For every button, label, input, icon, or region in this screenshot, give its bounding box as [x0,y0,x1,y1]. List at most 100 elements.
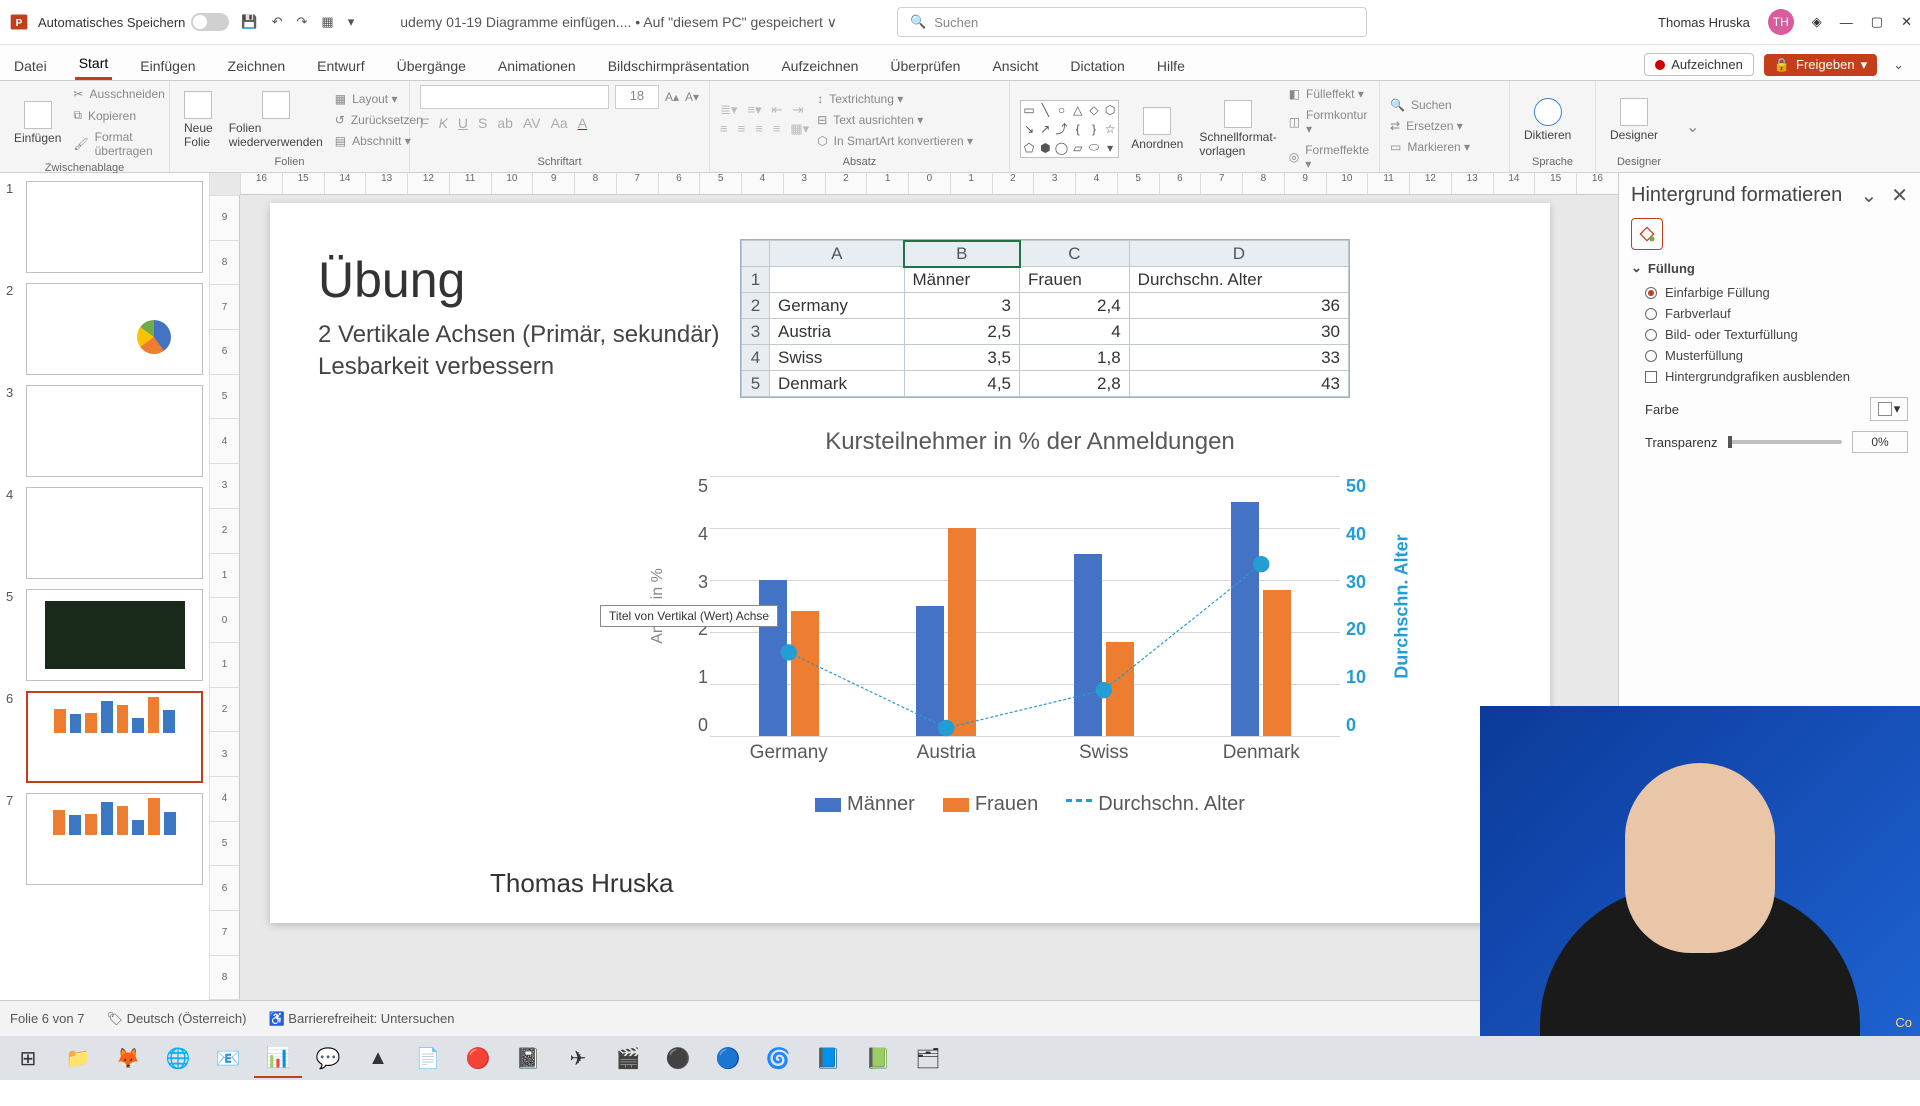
thumb-2[interactable] [26,283,203,375]
col-c[interactable]: C [1020,241,1130,267]
app-9[interactable]: 📄 [404,1038,452,1078]
thumb-3[interactable] [26,385,203,477]
opt-solid-fill[interactable]: Einfarbige Füllung [1631,282,1908,303]
legend-alter[interactable]: Durchschn. Alter [1066,793,1245,816]
minimize-icon[interactable]: — [1840,15,1853,30]
qat-more-icon[interactable]: ▾ [348,14,355,30]
designer-button[interactable]: Designer [1606,96,1662,144]
italic-button[interactable]: K [439,115,448,131]
powerpoint-icon[interactable]: 📊 [254,1038,302,1078]
justify-button[interactable]: ≡ [773,121,781,137]
app-19[interactable]: 🗂 [904,1038,952,1078]
chart-title[interactable]: Kursteilnehmer in % der Anmeldungen [640,428,1420,456]
col-b[interactable]: B [904,241,1020,267]
save-icon[interactable]: 💾 [241,14,257,30]
app-7[interactable]: 💬 [304,1038,352,1078]
pane-close-icon[interactable]: ✕ [1891,183,1908,208]
slide-subtitle-2[interactable]: Lesbarkeit verbessern [318,353,554,381]
replace-button[interactable]: ⇄ Ersetzen ▾ [1390,117,1470,135]
word-icon[interactable]: 📘 [804,1038,852,1078]
doc-title[interactable]: udemy 01-19 Diagramme einfügen.... • Auf… [400,14,837,31]
maximize-icon[interactable]: ▢ [1871,14,1883,30]
thumb-5[interactable] [26,589,203,681]
arrange-button[interactable]: Anordnen [1127,105,1187,153]
outlook-icon[interactable]: 📧 [204,1038,252,1078]
onenote-icon[interactable]: 📓 [504,1038,552,1078]
numbering-button[interactable]: ≡▾ [747,102,761,118]
undo-icon[interactable]: ↶ [272,14,283,30]
text-direction-button[interactable]: ↕ Textrichtung ▾ [817,90,973,108]
shape-effects-button[interactable]: ◎ Formeffekte ▾ [1289,141,1369,173]
corner-cell[interactable] [742,241,770,267]
tab-aufzeichnen[interactable]: Aufzeichnen [777,52,862,80]
diamond-icon[interactable]: ◈ [1812,14,1822,30]
app-13[interactable]: 🎬 [604,1038,652,1078]
embedded-data-table[interactable]: A B C D 1 Männer Frauen Durchschn. Alter… [740,239,1350,398]
col-a[interactable]: A [770,241,905,267]
reuse-slides-button[interactable]: Folien wiederverwenden [225,89,327,151]
indent-inc-button[interactable]: ⇥ [792,102,803,118]
ribbon-collapse-icon[interactable]: ⌄ [1682,117,1703,137]
thumb-7[interactable] [26,793,203,885]
app-10[interactable]: 🔴 [454,1038,502,1078]
dictate-button[interactable]: Diktieren [1520,96,1575,144]
chrome-icon[interactable]: 🌐 [154,1038,202,1078]
share-button[interactable]: 🔒Freigeben▾ [1764,54,1877,76]
case-button[interactable]: Aa [551,115,568,131]
app-16[interactable]: 🌀 [754,1038,802,1078]
columns-button[interactable]: ▦▾ [790,121,809,137]
cell-a1[interactable] [770,267,905,293]
vlc-icon[interactable]: ▲ [354,1038,402,1078]
slideshow-icon[interactable]: ▦ [321,14,333,30]
search-box[interactable]: 🔍 Suchen [897,7,1367,37]
legend-maenner[interactable]: Männer [815,793,915,816]
slide-subtitle-1[interactable]: 2 Vertikale Achsen (Primär, sekundär) [318,321,720,349]
pane-options-icon[interactable]: ⌄ [1860,183,1877,208]
tab-praesentation[interactable]: Bildschirmpräsentation [604,52,754,80]
bold-button[interactable]: F [420,115,429,131]
status-lang[interactable]: 🏷 Deutsch (Österreich) [106,1011,246,1027]
shrink-font-icon[interactable]: A▾ [685,88,699,106]
bullets-button[interactable]: ≣▾ [720,102,737,118]
obs-icon[interactable]: ⚫ [654,1038,702,1078]
cell-d1[interactable]: Durchschn. Alter [1129,267,1348,293]
legend-frauen[interactable]: Frauen [943,793,1038,816]
slide-title[interactable]: Übung [318,251,465,309]
explorer-icon[interactable]: 📁 [54,1038,102,1078]
spacing-button[interactable]: AV [523,115,541,131]
tab-ueberpruefen[interactable]: Überprüfen [886,52,964,80]
shape-fill-button[interactable]: ◧ Fülleffekt ▾ [1289,85,1369,103]
cell-b1[interactable]: Männer [904,267,1020,293]
user-name[interactable]: Thomas Hruska [1658,15,1750,30]
align-center-button[interactable]: ≡ [738,121,746,137]
grow-font-icon[interactable]: A▴ [665,88,679,106]
ribbon-expand-icon[interactable]: ⌄ [1887,57,1910,73]
autosave-toggle[interactable] [191,13,229,31]
quick-styles-button[interactable]: Schnellformat- vorlagen [1195,98,1280,160]
tab-ansicht[interactable]: Ansicht [988,52,1042,80]
opt-picture-fill[interactable]: Bild- oder Texturfüllung [1631,324,1908,345]
status-accessibility[interactable]: ♿ Barrierefreiheit: Untersuchen [268,1011,454,1027]
strike-button[interactable]: S [478,115,487,131]
tab-uebergaenge[interactable]: Übergänge [393,52,470,80]
y-axis-secondary-label[interactable]: Durchschn. Alter [1388,476,1416,736]
tab-entwurf[interactable]: Entwurf [313,52,368,80]
opt-gradient-fill[interactable]: Farbverlauf [1631,303,1908,324]
opt-pattern-fill[interactable]: Musterfüllung [1631,345,1908,366]
tab-hilfe[interactable]: Hilfe [1153,52,1189,80]
cut-button[interactable]: ✂ Ausschneiden [73,85,164,103]
shape-outline-button[interactable]: ◫ Formkontur ▾ [1289,106,1369,138]
copy-button[interactable]: ⧉ Kopieren [73,106,164,125]
thumb-6[interactable] [26,691,203,783]
color-picker[interactable]: ▾ [1870,397,1908,421]
hide-bg-graphics[interactable]: Hintergrundgrafiken ausblenden [1631,366,1908,387]
select-button[interactable]: ▭ Markieren ▾ [1390,138,1470,156]
paste-button[interactable]: Einfügen [10,99,65,147]
excel-icon[interactable]: 📗 [854,1038,902,1078]
thumb-1[interactable] [26,181,203,273]
indent-dec-button[interactable]: ⇤ [772,102,783,118]
shadow-button[interactable]: ab [497,115,513,131]
font-size-select[interactable]: 18 [615,85,659,109]
align-right-button[interactable]: ≡ [755,121,763,137]
editor-canvas[interactable]: 1615141312111098765432101234567891011121… [210,173,1618,1044]
